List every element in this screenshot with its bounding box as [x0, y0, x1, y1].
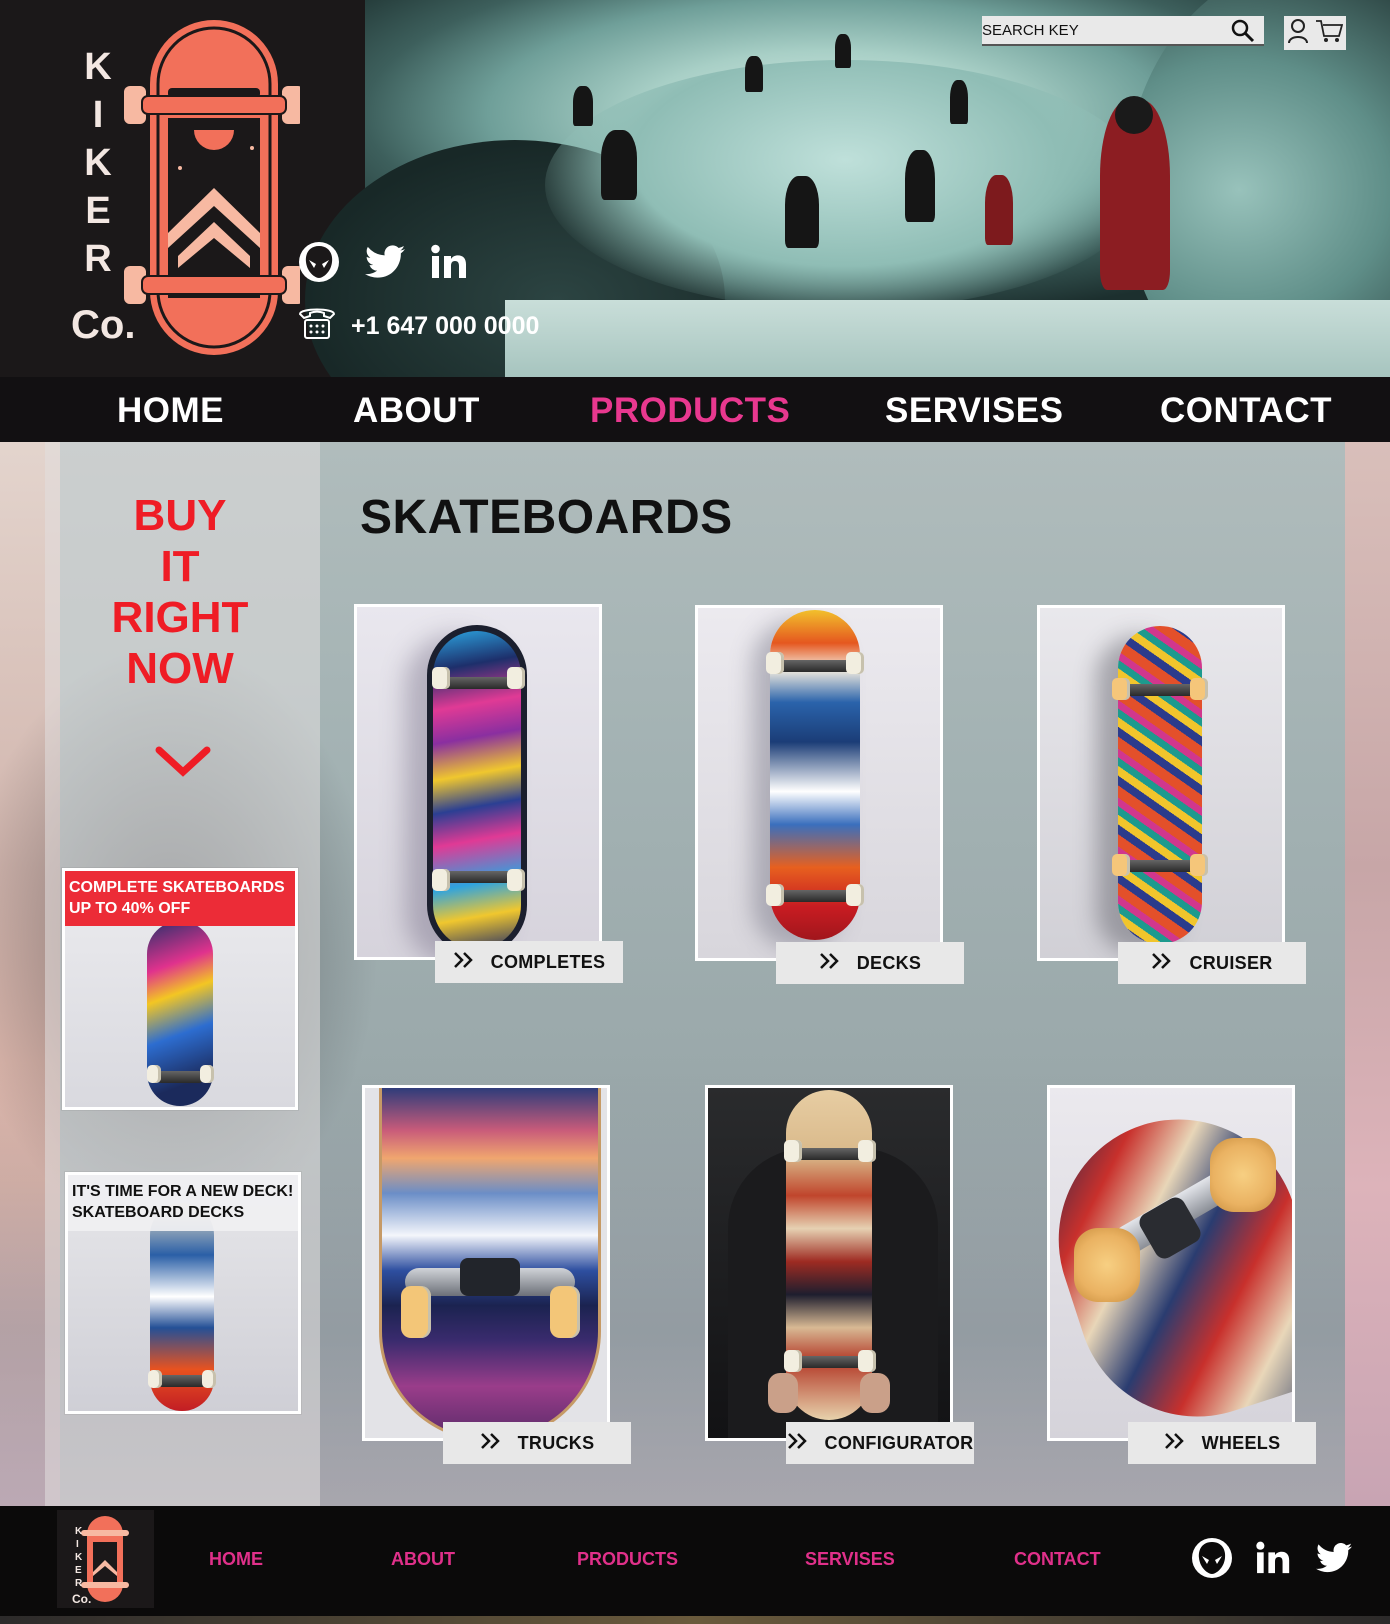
category-card-cruiser[interactable]: CRUISER — [1037, 605, 1306, 984]
double-chevron-right-icon — [480, 1432, 502, 1455]
category-card-completes[interactable]: COMPLETES — [354, 604, 623, 983]
search-bar — [982, 16, 1264, 46]
main-nav: HOME ABOUT PRODUCTS SERVISES CONTACT — [0, 377, 1390, 442]
nav-home[interactable]: HOME — [117, 391, 224, 431]
nav-servises[interactable]: SERVISES — [885, 391, 1063, 431]
footer-social-links — [1190, 1536, 1352, 1585]
twitter-icon[interactable] — [363, 240, 407, 284]
nav-contact[interactable]: CONTACT — [1160, 391, 1332, 431]
products-section: BUY IT RIGHT NOW COMPLETE SKATEBOARDS UP… — [0, 442, 1390, 1506]
buy-now-heading: BUY IT RIGHT NOW — [111, 491, 249, 693]
svg-text:R: R — [75, 1578, 83, 1589]
brand-suffix: Co. — [71, 303, 136, 347]
alien-icon[interactable] — [1190, 1536, 1234, 1585]
double-chevron-right-icon — [787, 1432, 809, 1455]
wheels-button[interactable]: WHEELS — [1128, 1422, 1316, 1464]
page-title: SKATEBOARDS — [360, 491, 733, 544]
double-chevron-right-icon — [453, 951, 475, 974]
footer-link-home[interactable]: HOME — [209, 1549, 263, 1570]
footer-link-servises[interactable]: SERVISES — [805, 1549, 895, 1570]
search-icon[interactable] — [1230, 18, 1256, 44]
svg-text:Co.: Co. — [72, 1592, 91, 1606]
category-card-configurator[interactable]: CONFIGURATOR — [705, 1085, 974, 1464]
category-card-wheels[interactable]: WHEELS — [1047, 1085, 1316, 1464]
promo-text: COMPLETE SKATEBOARDS UP TO 40% OFF — [65, 871, 295, 926]
phone-contact[interactable]: +1 647 000 0000 — [297, 304, 539, 349]
svg-text:K: K — [75, 1552, 83, 1563]
cart-icon[interactable] — [1315, 18, 1344, 49]
promo-complete-skateboards[interactable]: COMPLETE SKATEBOARDS UP TO 40% OFF — [62, 868, 298, 1110]
phone-number: +1 647 000 0000 — [351, 312, 540, 340]
footer-link-contact[interactable]: CONTACT — [1014, 1549, 1101, 1570]
alien-icon[interactable] — [297, 240, 341, 284]
promo-text: IT'S TIME FOR A NEW DECK! SKATEBOARD DEC… — [68, 1175, 298, 1231]
decks-button[interactable]: DECKS — [776, 942, 964, 984]
svg-text:K: K — [75, 1526, 83, 1537]
svg-text:I: I — [76, 1539, 79, 1550]
linkedin-icon[interactable] — [1256, 1541, 1294, 1580]
linkedin-icon[interactable] — [429, 240, 473, 284]
user-icon[interactable] — [1287, 18, 1309, 49]
svg-text:E: E — [75, 1565, 82, 1576]
search-input[interactable] — [982, 21, 1222, 39]
category-card-decks[interactable]: DECKS — [695, 605, 964, 984]
trucks-button[interactable]: TRUCKS — [443, 1422, 631, 1464]
cruiser-button[interactable]: CRUISER — [1118, 942, 1306, 984]
configurator-button[interactable]: CONFIGURATOR — [786, 1422, 974, 1464]
footer-link-about[interactable]: ABOUT — [391, 1549, 455, 1570]
header-social-links — [297, 240, 473, 284]
double-chevron-right-icon — [819, 952, 841, 975]
brand-logo[interactable]: K I K E R Co. — [60, 18, 300, 358]
chevron-down-icon[interactable] — [155, 742, 211, 782]
twitter-icon[interactable] — [1316, 1542, 1352, 1578]
telephone-icon — [297, 304, 337, 349]
promo-skateboard-decks[interactable]: IT'S TIME FOR A NEW DECK! SKATEBOARD DEC… — [65, 1172, 301, 1414]
footer-logo[interactable]: KIKER Co. — [57, 1510, 154, 1608]
footer-link-products[interactable]: PRODUCTS — [577, 1549, 678, 1570]
site-footer: KIKER Co. HOME ABOUT PRODUCTS SERVISES C… — [0, 1506, 1390, 1624]
brand-letters: K I K E R — [84, 46, 112, 280]
nav-products[interactable]: PRODUCTS — [590, 391, 790, 431]
double-chevron-right-icon — [1151, 952, 1173, 975]
nav-about[interactable]: ABOUT — [353, 391, 480, 431]
completes-button[interactable]: COMPLETES — [435, 941, 623, 983]
account-cart-group — [1284, 16, 1346, 50]
category-card-trucks[interactable]: TRUCKS — [362, 1085, 631, 1464]
site-header: K I K E R Co. +1 647 000 0000 — [0, 0, 1390, 377]
double-chevron-right-icon — [1164, 1432, 1186, 1455]
